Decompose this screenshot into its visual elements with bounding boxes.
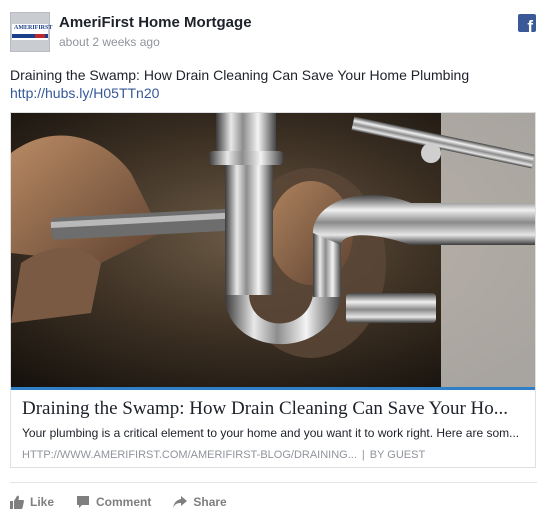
thumbs-up-icon bbox=[10, 495, 24, 509]
share-button[interactable]: Share bbox=[173, 495, 227, 509]
post-timestamp[interactable]: about 2 weeks ago bbox=[59, 35, 160, 49]
page-name-link[interactable]: AmeriFirst Home Mortgage bbox=[59, 14, 252, 31]
post-message: Draining the Swamp: How Drain Cleaning C… bbox=[10, 66, 537, 102]
attachment-photo[interactable] bbox=[11, 113, 535, 387]
page-avatar[interactable]: AMERIFIRST bbox=[10, 12, 52, 52]
comment-button[interactable]: Comment bbox=[76, 495, 151, 509]
comment-label: Comment bbox=[96, 495, 152, 509]
facebook-icon[interactable]: f bbox=[518, 14, 536, 32]
like-label: Like bbox=[30, 495, 55, 509]
actions-divider bbox=[10, 482, 537, 483]
attachment-title[interactable]: Draining the Swamp: How Drain Cleaning C… bbox=[22, 398, 527, 420]
attachment-author: BY GUEST bbox=[369, 449, 426, 461]
comment-icon bbox=[77, 496, 90, 508]
post-actions: Like Comment Share bbox=[10, 493, 249, 511]
attachment-meta: HTTP://WWW.AMERIFIRST.COM/AMERIFIRST-BLO… bbox=[22, 449, 425, 461]
like-button[interactable]: Like bbox=[10, 495, 54, 509]
meta-separator: | bbox=[361, 449, 365, 461]
attachment-source-url: HTTP://WWW.AMERIFIRST.COM/AMERIFIRST-BLO… bbox=[22, 449, 357, 461]
attachment-description: Your plumbing is a critical element to y… bbox=[22, 426, 520, 440]
plumber-photo-illustration bbox=[11, 113, 535, 387]
attachment-link-body[interactable]: Draining the Swamp: How Drain Cleaning C… bbox=[11, 387, 535, 467]
post-message-text: Draining the Swamp: How Drain Cleaning C… bbox=[10, 67, 470, 83]
amerifirst-logo: AMERIFIRST bbox=[12, 24, 52, 40]
post-link[interactable]: http://hubs.ly/H05TTn20 bbox=[10, 85, 159, 101]
facebook-post: AMERIFIRST AmeriFirst Home Mortgage abou… bbox=[0, 0, 547, 521]
link-attachment[interactable]: Draining the Swamp: How Drain Cleaning C… bbox=[10, 112, 536, 468]
share-arrow-icon bbox=[173, 496, 188, 508]
share-label: Share bbox=[193, 495, 227, 509]
